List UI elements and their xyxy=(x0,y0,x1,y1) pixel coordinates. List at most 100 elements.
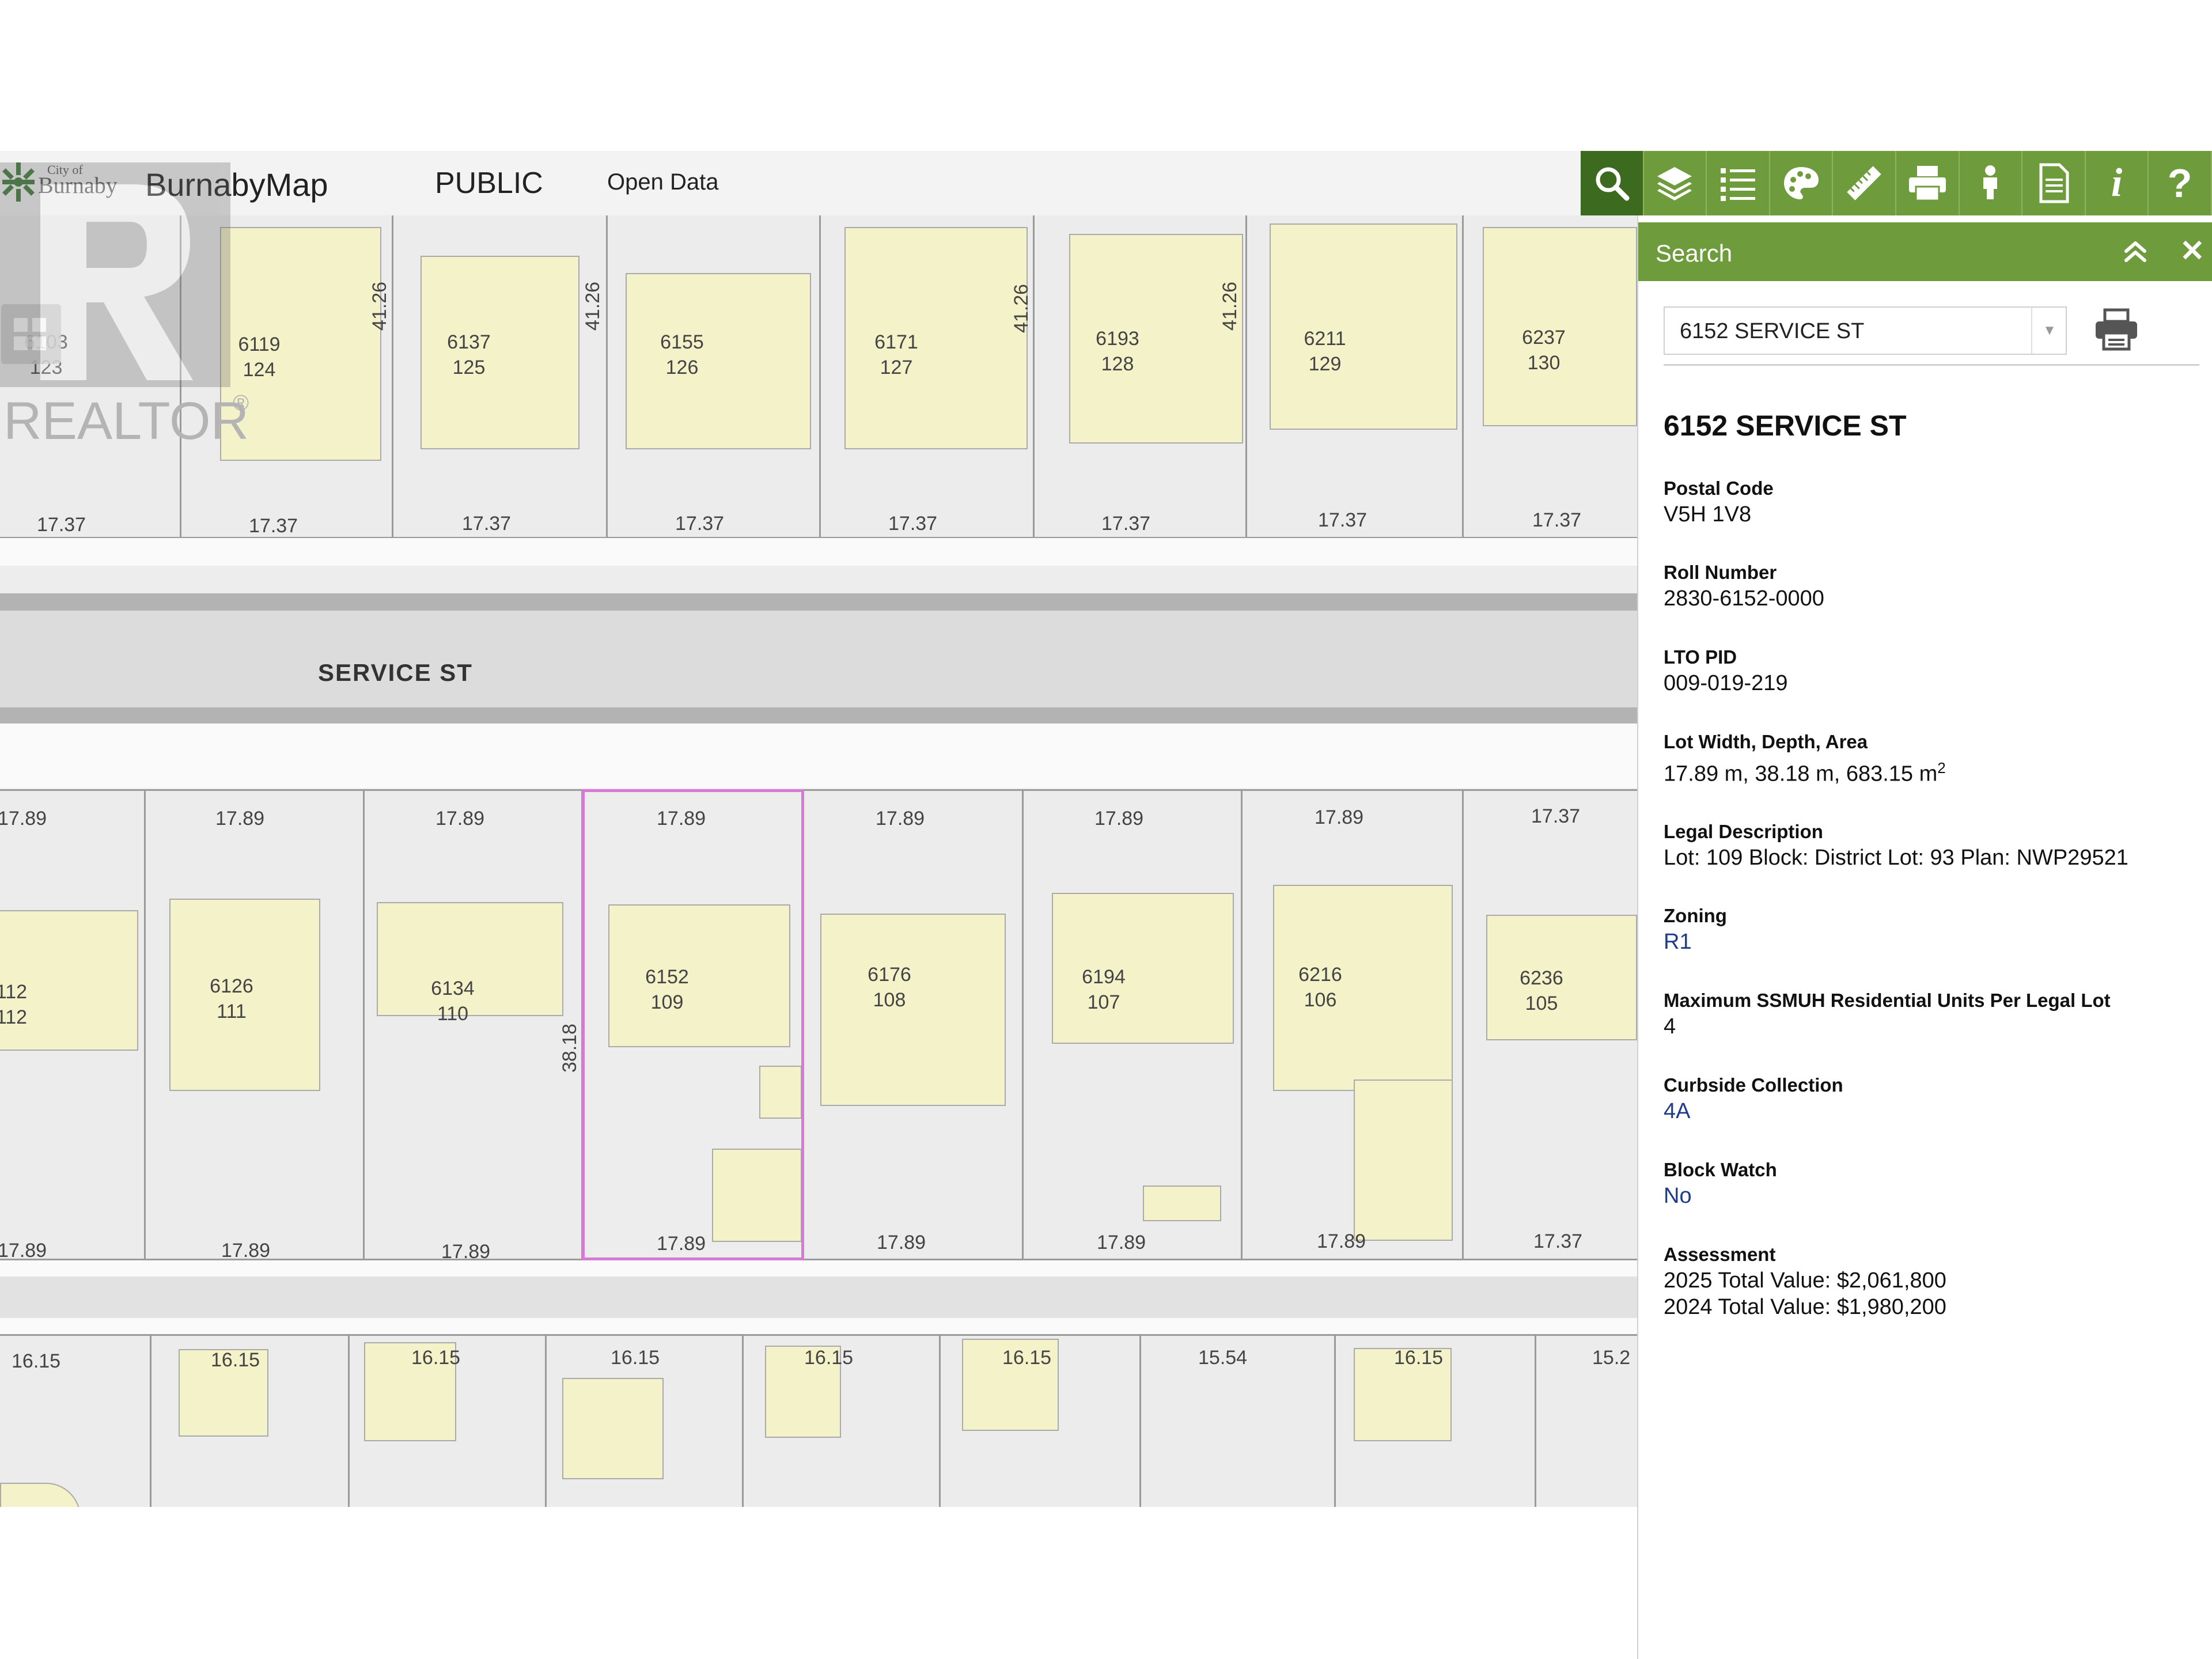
lot-label: 6211 129 xyxy=(1285,326,1365,377)
lot-depth-label: 41.26 xyxy=(582,281,604,331)
field-value: V5H 1V8 xyxy=(1664,502,1752,527)
lot-depth-label: 41.26 xyxy=(369,281,391,331)
assessment-2024-value: 2024 Total Value: $1,980,200 xyxy=(1664,1295,1946,1319)
chevron-down-icon[interactable]: ▼ xyxy=(2031,308,2067,354)
lot-frontage-label: 17.37 xyxy=(37,514,86,536)
grid-icon xyxy=(14,318,46,350)
lot-number: 112 xyxy=(0,1006,28,1028)
lane-edge xyxy=(0,1318,1637,1334)
lot-rear-label: 17.89 xyxy=(877,1232,926,1253)
field-value: 4 xyxy=(1664,1014,1676,1039)
collapse-chevron-icon[interactable] xyxy=(2119,236,2152,268)
lot-number: 125 xyxy=(452,357,486,378)
lot-number: 108 xyxy=(873,989,906,1011)
civic-number: 6193 xyxy=(1096,328,1139,350)
lot-label: 6176 108 xyxy=(849,962,930,1013)
search-tool-button[interactable] xyxy=(1581,151,1644,215)
ssmuh-units-field: Maximum SSMUH Residential Units Per Lega… xyxy=(1664,988,2111,1040)
postal-code-field: Postal Code V5H 1V8 xyxy=(1664,476,1774,528)
lot-frontage-label: 16.15 xyxy=(12,1350,61,1372)
civic-number: 6236 xyxy=(1520,967,1563,989)
nav-public-link[interactable]: PUBLIC xyxy=(435,166,543,200)
search-input-value: 6152 SERVICE ST xyxy=(1680,319,1865,343)
result-address: 6152 SERVICE ST xyxy=(1664,410,1907,442)
lot-frontage-label: 16.15 xyxy=(611,1347,660,1369)
burnaby-map-app: City of Burnaby BurnabyMap PUBLIC Open D… xyxy=(0,0,2212,1659)
field-value: 17.89 m, 38.18 m, 683.15 m2 xyxy=(1664,755,1946,787)
search-icon xyxy=(1596,167,1630,201)
lot-label: 112112 xyxy=(0,979,52,1030)
basemap-toggle-button[interactable] xyxy=(1,304,61,364)
document-icon xyxy=(2039,163,2069,203)
lot-frontage-label: 16.15 xyxy=(411,1347,461,1369)
lot-frontage-label: 17.89 xyxy=(435,808,485,830)
lot-frontage-label: 17.89 xyxy=(1315,806,1364,828)
field-label: Legal Description xyxy=(1664,821,1823,842)
lot-rear-label: 17.89 xyxy=(1317,1230,1366,1252)
report-tool-button[interactable] xyxy=(2022,151,2086,215)
map-toolbar: i ? xyxy=(1581,151,2212,215)
civic-number: 6211 xyxy=(1304,328,1346,350)
lot-frontage-label: 15.2 xyxy=(1592,1347,1631,1369)
road-label: SERVICE ST xyxy=(318,659,473,686)
lot-number: 106 xyxy=(1304,989,1337,1011)
lot-frontage-label: 17.37 xyxy=(462,513,512,535)
lot-label: 6137 125 xyxy=(429,329,509,380)
lot-rear-label: 17.89 xyxy=(221,1240,271,1262)
lot-frontage-label: 17.37 xyxy=(888,513,938,535)
search-panel-header: Search ✕ xyxy=(1638,222,2212,281)
lot-frontage-label: 15.54 xyxy=(1198,1347,1248,1369)
lot-frontage-label: 17.37 xyxy=(675,513,725,535)
search-input[interactable]: 6152 SERVICE ST ▼ xyxy=(1664,306,2067,355)
map-canvas[interactable]: 6103123 6119124 6137125 6155126 6171127 … xyxy=(0,215,1637,1507)
legend-tool-button[interactable] xyxy=(1707,151,1770,215)
help-icon: ? xyxy=(2167,161,2192,206)
road-edge xyxy=(0,593,1637,611)
lot-dimensions-field: Lot Width, Depth, Area 17.89 m, 38.18 m,… xyxy=(1664,729,1946,787)
civic-number: 6119 xyxy=(238,334,281,355)
lot-number: 130 xyxy=(1527,352,1560,374)
block-watch-link[interactable]: No xyxy=(1664,1183,1777,1209)
info-icon: i xyxy=(2111,161,2123,205)
legal-description-field: Legal Description Lot: 109 Block: Distri… xyxy=(1664,819,2128,871)
lot-number: 128 xyxy=(1101,353,1134,375)
field-label: Block Watch xyxy=(1664,1159,1777,1180)
lot-depth-label: 41.26 xyxy=(1010,283,1032,333)
lot-number: 111 xyxy=(217,1001,247,1022)
field-label: Zoning xyxy=(1664,905,1727,926)
area-unit-superscript: 2 xyxy=(1937,759,1946,777)
lot-number: 107 xyxy=(1087,991,1120,1013)
close-icon[interactable]: ✕ xyxy=(2180,235,2205,267)
civic-number: 6216 xyxy=(1298,964,1342,986)
lot-number: 129 xyxy=(1308,353,1342,375)
lot-rear-label: 17.89 xyxy=(1097,1232,1146,1253)
curbside-collection-link[interactable]: 4A xyxy=(1664,1098,1843,1124)
logo-name-line: Burnaby xyxy=(38,172,118,198)
measure-tool-button[interactable] xyxy=(1833,151,1896,215)
info-tool-button[interactable]: i xyxy=(2086,151,2149,215)
print-icon[interactable] xyxy=(2093,306,2139,353)
lot-frontage-label: 17.89 xyxy=(876,808,925,830)
app-title: BurnabyMap xyxy=(145,166,328,203)
palette-icon xyxy=(1783,167,1819,199)
street-view-tool-button[interactable] xyxy=(1960,151,2023,215)
selected-parcel-lot-109[interactable] xyxy=(582,789,804,1260)
print-tool-button[interactable] xyxy=(1896,151,1960,215)
lot-label: 6119 124 xyxy=(219,332,300,382)
theme-tool-button[interactable] xyxy=(1770,151,1834,215)
city-logo-text: City of Burnaby xyxy=(38,164,118,197)
layers-tool-button[interactable] xyxy=(1644,151,1707,215)
lot-frontage-label: 16.15 xyxy=(211,1349,260,1371)
road-edge xyxy=(0,707,1637,724)
zoning-link[interactable]: R1 xyxy=(1664,929,1727,955)
lot-frontage-label: 16.15 xyxy=(1002,1347,1052,1369)
lot-frontage-label: 17.89 xyxy=(0,808,47,830)
nav-open-data-link[interactable]: Open Data xyxy=(607,169,718,195)
panel-divider xyxy=(1664,364,2199,366)
print-icon xyxy=(1908,166,1946,202)
field-label: LTO PID xyxy=(1664,646,1737,668)
search-panel: Search ✕ 6152 SERVICE ST ▼ 6152 SERVICE … xyxy=(1637,215,2212,1659)
help-tool-button[interactable]: ? xyxy=(2149,151,2212,215)
lot-depth-label: 38.18 xyxy=(559,1023,581,1073)
lot-frontage-label: 16.15 xyxy=(804,1347,854,1369)
